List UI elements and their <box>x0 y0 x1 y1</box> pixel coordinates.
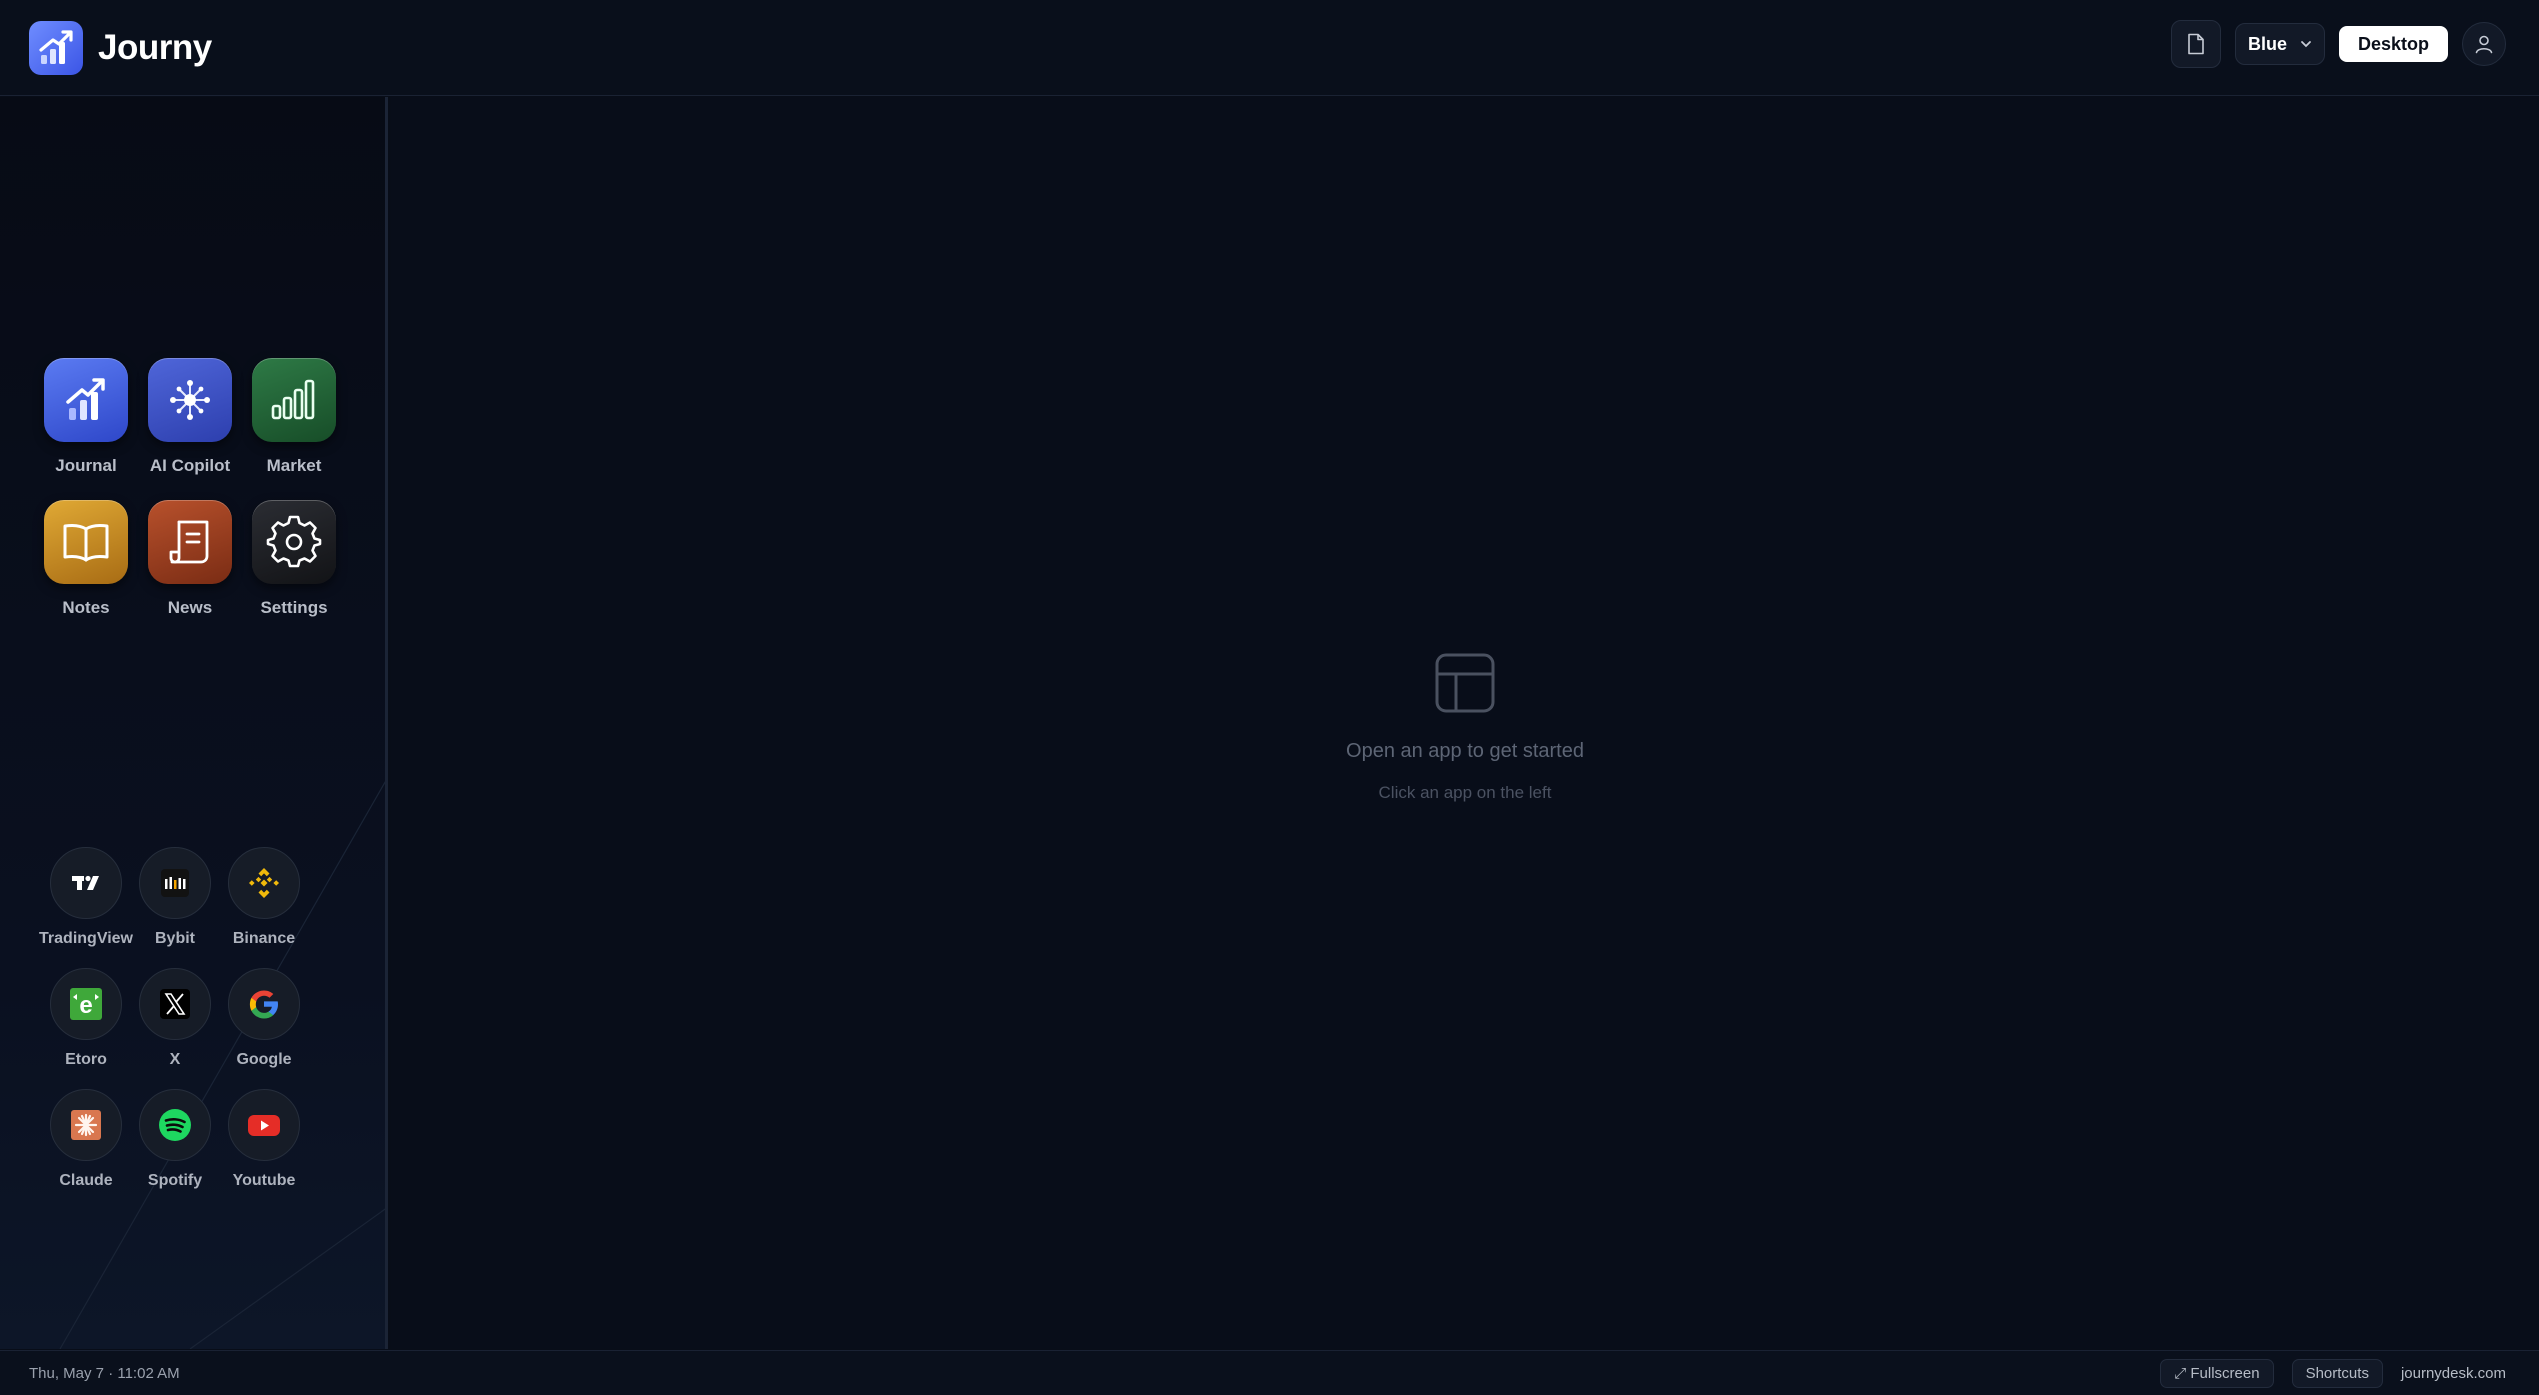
app-sidebar: Journal AI Copilot Market Notes News Set… <box>0 97 388 1349</box>
link-label: Bybit <box>155 930 195 947</box>
app-grid: Journal AI Copilot Market Notes News Set… <box>44 358 336 618</box>
link-etoro[interactable]: e Etoro <box>50 968 122 1069</box>
footer-actions: ⤢ Fullscreen Shortcuts journydesk.com <box>2142 1359 2506 1388</box>
theme-select-value: Blue <box>2247 33 2287 54</box>
claude-icon <box>50 1089 122 1161</box>
market-bars-icon <box>252 358 336 442</box>
link-binance[interactable]: Binance <box>228 847 300 948</box>
link-claude[interactable]: Claude <box>50 1089 122 1190</box>
document-icon <box>2188 33 2204 55</box>
bybit-icon <box>139 847 211 919</box>
link-label: Google <box>236 1051 292 1068</box>
link-label: Etoro <box>65 1051 107 1068</box>
desktop-mode-button[interactable]: Desktop <box>2338 26 2448 62</box>
link-youtube[interactable]: Youtube <box>228 1089 300 1190</box>
binance-icon <box>228 847 300 919</box>
main-workspace: Open an app to get started Click an app … <box>391 97 2539 1349</box>
trend-chart-icon <box>29 20 83 75</box>
link-spotify[interactable]: Spotify <box>139 1089 211 1190</box>
link-label: Youtube <box>232 1172 296 1189</box>
brand-name: Journy <box>98 27 212 67</box>
app-news[interactable]: News <box>148 500 232 618</box>
app-ai-copilot[interactable]: AI Copilot <box>148 358 232 476</box>
app-settings[interactable]: Settings <box>252 500 336 618</box>
empty-state-subtitle: Click an app on the left <box>1378 783 1552 802</box>
link-google[interactable]: Google <box>228 968 300 1069</box>
shortcuts-button[interactable]: Shortcuts <box>2291 1359 2383 1388</box>
empty-state-title: Open an app to get started <box>1346 740 1584 762</box>
link-tradingview[interactable]: TradingView <box>39 847 133 948</box>
app-label: Notes <box>62 598 110 617</box>
link-label: Binance <box>232 930 296 947</box>
user-icon <box>2475 35 2493 54</box>
header-actions: Blue Desktop <box>2170 20 2506 68</box>
app-journal[interactable]: Journal <box>44 358 128 476</box>
app-label: News <box>167 598 213 617</box>
top-bar: Journy Blue Desktop <box>0 0 2539 96</box>
app-label: Settings <box>260 598 328 617</box>
newspaper-icon <box>148 500 232 584</box>
link-label: Spotify <box>147 1172 203 1189</box>
tradingview-icon <box>50 847 122 919</box>
gear-icon <box>252 500 336 584</box>
etoro-icon: e <box>50 968 122 1040</box>
link-label: Claude <box>59 1172 113 1189</box>
chevron-down-icon <box>2301 41 2311 48</box>
app-label: AI Copilot <box>149 456 231 475</box>
brand[interactable]: Journy <box>29 20 212 75</box>
link-label: X <box>169 1051 181 1068</box>
empty-state: Open an app to get started Click an app … <box>391 652 2539 803</box>
link-bybit[interactable]: Bybit <box>139 847 211 948</box>
spotify-icon <box>139 1089 211 1161</box>
app-label: Journal <box>55 456 117 475</box>
google-icon <box>228 968 300 1040</box>
journal-chart-icon <box>44 358 128 442</box>
app-market[interactable]: Market <box>252 358 336 476</box>
domain-link[interactable]: journydesk.com <box>2401 1365 2506 1382</box>
date-time: Thu, May 7 · 11:02 AM <box>29 1364 180 1382</box>
theme-select[interactable]: Blue <box>2234 23 2325 65</box>
svg-text:e: e <box>79 992 92 1019</box>
user-button[interactable] <box>2462 22 2506 66</box>
link-label: TradingView <box>39 930 133 947</box>
book-icon <box>44 500 128 584</box>
link-x[interactable]: X <box>139 968 211 1069</box>
app-notes[interactable]: Notes <box>44 500 128 618</box>
document-button[interactable] <box>2170 20 2221 68</box>
status-bar: Thu, May 7 · 11:02 AM ⤢ Fullscreen Short… <box>0 1350 2539 1395</box>
quick-links-grid: TradingView Bybit Binance e Etoro X Goog… <box>39 847 300 1190</box>
x-logo-icon <box>139 968 211 1040</box>
layout-panel-icon <box>1435 653 1495 713</box>
fullscreen-button[interactable]: ⤢ Fullscreen <box>2160 1359 2274 1388</box>
ai-network-icon <box>148 358 232 442</box>
app-label: Market <box>266 456 322 475</box>
youtube-icon <box>228 1089 300 1161</box>
